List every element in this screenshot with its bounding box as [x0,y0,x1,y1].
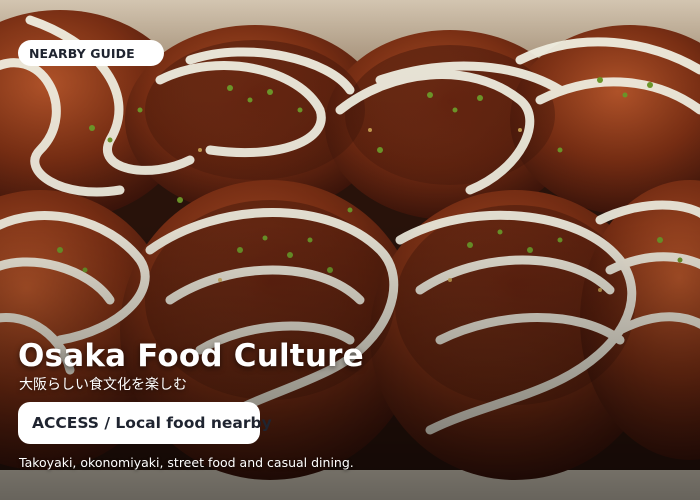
nearby-guide-badge: NEARBY GUIDE [18,40,164,66]
page-subtitle: 大阪らしい食文化を楽しむ [19,377,187,393]
page-title: Osaka Food Culture [18,338,364,374]
access-local-food-button[interactable]: ACCESS / Local food nearby [18,402,272,444]
food-guide-card[interactable]: NEARBY GUIDE Osaka Food Culture 大阪らしい食文化… [0,0,700,500]
card-description: Takoyaki, okonomiyaki, street food and c… [19,455,354,470]
